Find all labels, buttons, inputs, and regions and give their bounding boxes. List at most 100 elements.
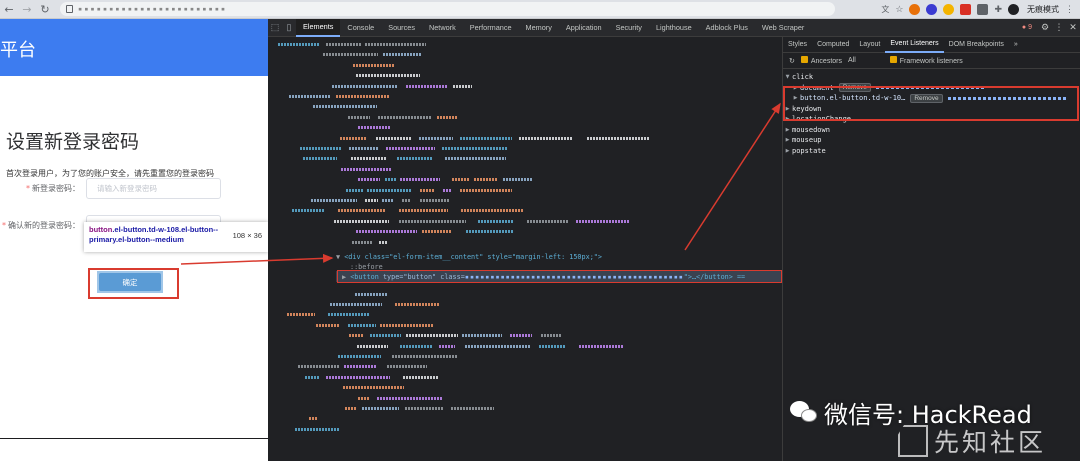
tab-layout[interactable]: Layout: [854, 37, 885, 53]
event-popstate[interactable]: ▶ popstate: [783, 146, 1080, 157]
blurred-code-segment: [365, 43, 427, 46]
more-menu-icon[interactable]: ⋮: [1065, 4, 1074, 15]
extension-icon[interactable]: [943, 3, 955, 15]
blurred-code-segment: [461, 209, 523, 213]
extension-icon[interactable]: [977, 3, 989, 15]
framework-listeners-checkbox[interactable]: Framework listeners: [889, 56, 963, 65]
address-bar[interactable]: ▪▪▪▪▪▪▪▪▪▪▪▪▪▪▪▪▪▪▪▪▪▪▪▪: [60, 2, 835, 16]
blurred-code-segment: [294, 427, 340, 431]
blurred-code-segment: [526, 219, 568, 223]
more-menu-icon[interactable]: ⋮: [1052, 23, 1066, 33]
tab-security[interactable]: Security: [609, 19, 649, 37]
tab-elements[interactable]: Elements: [296, 18, 341, 37]
inspect-element-icon[interactable]: ⬚: [268, 19, 282, 37]
site-watermark-text: 先知社区: [934, 428, 1047, 457]
close-icon[interactable]: ✕: [1066, 23, 1080, 33]
event-click[interactable]: ▼ click: [783, 72, 1080, 83]
tab-network[interactable]: Network: [422, 19, 463, 37]
blurred-code-segment: [308, 417, 317, 421]
profile-label[interactable]: 无痕模式: [1027, 4, 1059, 15]
blurred-code-segment: [462, 334, 503, 338]
blurred-code-segment: [401, 199, 412, 202]
forward-arrow-icon[interactable]: →: [18, 0, 36, 19]
blurred-code-segment: [436, 115, 459, 119]
puzzle-icon[interactable]: ✚: [994, 4, 1002, 15]
event-mousedown[interactable]: ▶ mousedown: [783, 125, 1080, 136]
extension-icon[interactable]: [909, 3, 921, 15]
tab-performance[interactable]: Performance: [463, 19, 519, 37]
blurred-code-segment: [346, 188, 363, 192]
blurred-code-segment: [444, 157, 507, 161]
event-listener-toolbar: ↻ Ancestors All Framework listeners: [783, 53, 1080, 69]
blurred-code-segment: [300, 147, 342, 150]
blurred-code-segment: [348, 147, 379, 150]
blurred-code-segment: [347, 323, 376, 327]
app-page: 平台 设置新登录密码 首次登录用户，为了您的账户安全，请先重置您的登录密码 * 新…: [0, 19, 268, 439]
event-mouseup[interactable]: ▶ mouseup: [783, 135, 1080, 146]
all-dropdown[interactable]: All: [848, 57, 856, 64]
tab-web-scraper[interactable]: Web Scraper: [755, 19, 811, 37]
blurred-code-segment: [421, 230, 453, 234]
blurred-code-segment: [399, 209, 448, 213]
star-icon[interactable]: ☆: [895, 4, 903, 15]
blurred-code-segment: [419, 199, 451, 202]
blurred-code-segment: [450, 407, 494, 410]
extension-icon[interactable]: [926, 3, 938, 15]
gear-icon[interactable]: ⚙: [1038, 23, 1052, 33]
refresh-icon[interactable]: ↻: [789, 57, 795, 65]
incognito-icon[interactable]: [1008, 3, 1019, 15]
tab-sources[interactable]: Sources: [381, 19, 422, 37]
blurred-code-segment: [302, 157, 338, 161]
tab-computed[interactable]: Computed: [812, 37, 854, 53]
annotation-box: [783, 86, 1079, 121]
tab-dom-breakpoints[interactable]: DOM Breakpoints: [944, 37, 1009, 53]
tab-adblock-plus[interactable]: Adblock Plus: [699, 19, 755, 37]
blurred-code-segment: [351, 240, 372, 244]
reload-icon[interactable]: ↻: [36, 0, 54, 19]
elements-tree[interactable]: ▼ <div class="el-form-item__content" sty…: [268, 37, 782, 461]
blurred-code-segment: [349, 334, 364, 338]
bottom-strip: [0, 438, 268, 439]
blurred-code-segment: [382, 53, 421, 57]
extension-icon[interactable]: [960, 3, 972, 15]
blurred-code-segment: [398, 219, 467, 223]
blurred-code-segment: [509, 334, 532, 338]
annotation-box: [337, 270, 782, 283]
blurred-code-segment: [406, 334, 458, 338]
app-header: 平台: [0, 19, 268, 76]
sidebar-tabbar: Styles Computed Layout Event Listeners D…: [783, 37, 1080, 53]
blurred-code-segment: [459, 136, 513, 140]
blurred-code-segment: [403, 375, 439, 379]
ancestors-checkbox[interactable]: Ancestors: [800, 56, 842, 65]
blurred-code-segment: [356, 230, 418, 234]
tooltip-selector: button.el-button.td-w-108.el-button--pri…: [89, 225, 219, 244]
tab-application[interactable]: Application: [559, 19, 609, 37]
blurred-code-segment: [396, 157, 433, 161]
blurred-code-segment: [395, 303, 440, 306]
tab-console[interactable]: Console: [340, 19, 381, 37]
device-toolbar-icon[interactable]: ▯: [282, 19, 296, 37]
blurred-code-segment: [473, 178, 499, 182]
new-password-row: * 新登录密码： 请输入新登录密码: [0, 178, 221, 199]
new-password-input[interactable]: 请输入新登录密码: [86, 178, 221, 199]
tab-event-listeners[interactable]: Event Listeners: [885, 37, 944, 53]
blurred-code-segment: [357, 344, 389, 348]
code-line-form-item-content[interactable]: ▼ <div class="el-form-item__content" sty…: [336, 253, 602, 261]
blurred-code-segment: [387, 365, 427, 369]
translate-icon[interactable]: 文: [881, 4, 889, 15]
blurred-code-segment: [382, 199, 395, 202]
tab-lighthouse[interactable]: Lighthouse: [649, 19, 699, 37]
blurred-code-segment: [352, 63, 395, 67]
error-count-badge[interactable]: ● 9: [1016, 24, 1038, 31]
blurred-code-segment: [405, 84, 447, 88]
tab-styles[interactable]: Styles: [783, 37, 812, 53]
blurred-code-segment: [586, 136, 651, 140]
blurred-code-segment: [351, 157, 387, 161]
blurred-code-segment: [305, 375, 319, 379]
blurred-code-segment: [333, 219, 390, 223]
extension-bar: 文 ☆ ✚ 无痕模式 ⋮: [881, 3, 1080, 15]
tab-memory[interactable]: Memory: [519, 19, 559, 37]
back-arrow-icon[interactable]: ←: [0, 0, 18, 19]
overflow-chevron-icon[interactable]: »: [1009, 37, 1023, 53]
site-watermark: 先知社区: [898, 423, 1046, 459]
